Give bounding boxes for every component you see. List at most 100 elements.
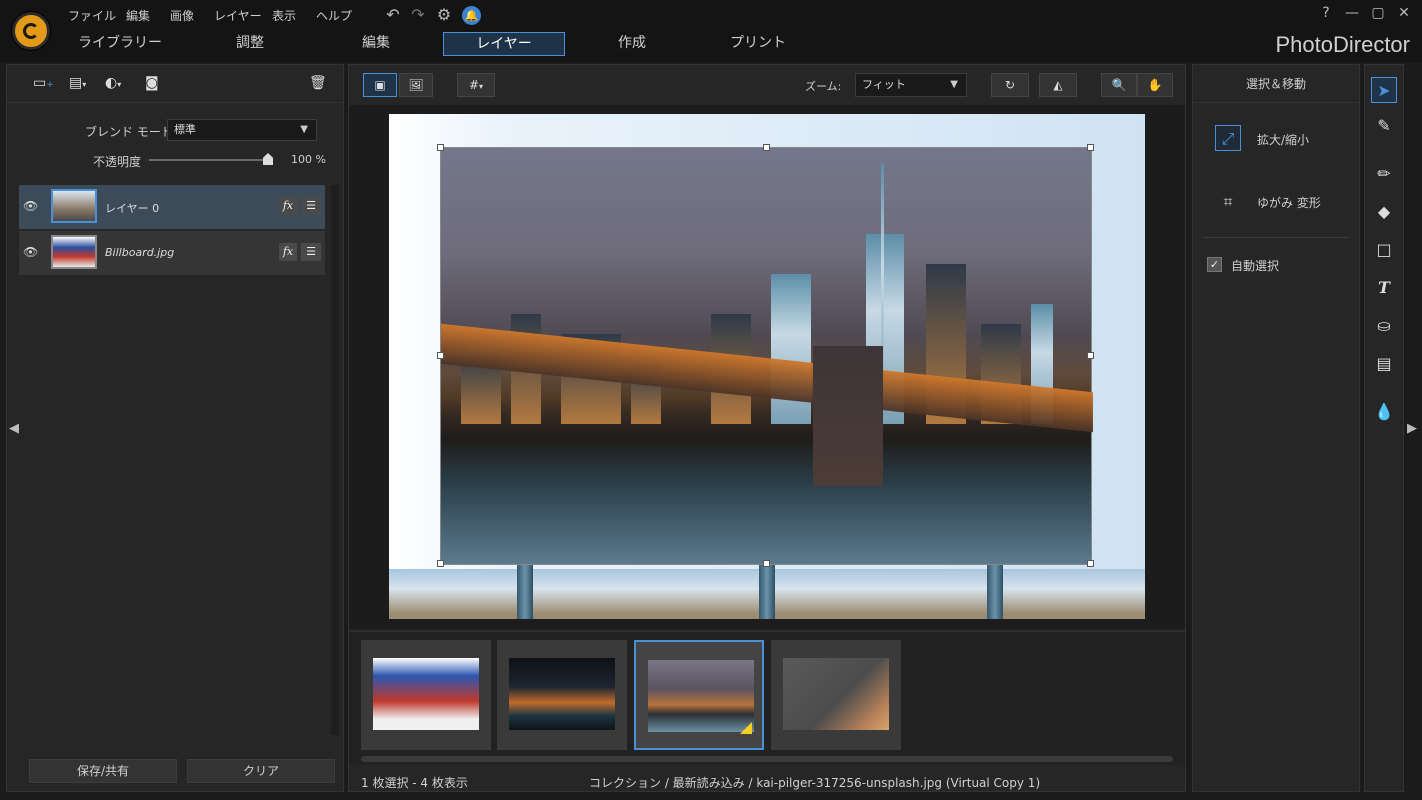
layer-thumbnail xyxy=(51,235,97,269)
undo-icon[interactable]: ↶ xyxy=(383,5,403,25)
layers-panel: ▭+ ▤▾ ◐▾ ◙ 🗑 ブレンド モード: 標準 ▼ 不透明度 100 % 👁… xyxy=(6,64,344,792)
layer-row-layer0[interactable]: 👁 レイヤー 0 fx ☰ xyxy=(19,185,325,229)
filmstrip-scrollbar[interactable] xyxy=(361,756,1173,762)
menu-edit[interactable]: 編集 xyxy=(126,7,150,24)
menu-help[interactable]: ヘルプ xyxy=(316,7,352,24)
opacity-slider-thumb[interactable] xyxy=(263,153,273,165)
layer-thumbnail xyxy=(51,189,97,223)
layer-settings-icon[interactable]: ☰ xyxy=(301,197,321,215)
resize-label[interactable]: 拡大/縮小 xyxy=(1257,131,1309,148)
chevron-down-icon: ▼ xyxy=(300,124,308,135)
app-logo-icon[interactable] xyxy=(12,12,50,50)
opacity-slider-track[interactable] xyxy=(149,159,271,161)
delete-trash-icon[interactable]: 🗑 xyxy=(309,75,331,93)
fx-icon[interactable]: fx xyxy=(279,197,297,215)
panel-title: 選択＆移動 xyxy=(1193,65,1359,103)
film-thumb[interactable] xyxy=(361,640,491,750)
minimize-icon[interactable]: — xyxy=(1342,5,1362,21)
collapse-left-icon[interactable]: ◀ xyxy=(9,421,19,436)
pointer-icon[interactable]: ➤ xyxy=(1371,77,1397,103)
notification-bell-icon[interactable]: 🔔 xyxy=(462,6,481,25)
grid-icon[interactable]: #▾ xyxy=(457,73,495,97)
tab-layers[interactable]: レイヤー xyxy=(443,32,565,56)
canvas-toolbar: ▣ 🖼 #▾ ズーム: フィット ▼ ↻ ◭ 🔍 ✋ xyxy=(349,65,1185,103)
clear-button[interactable]: クリア xyxy=(187,759,335,783)
film-thumb[interactable] xyxy=(497,640,627,750)
blend-mode-select[interactable]: 標準 ▼ xyxy=(167,119,317,141)
rectangle-icon[interactable]: □ xyxy=(1371,237,1397,263)
gradient-icon[interactable]: ▤ xyxy=(1371,351,1397,377)
distort-label[interactable]: ゆがみ 変形 xyxy=(1257,194,1321,211)
add-layer-icon[interactable]: ▭+ xyxy=(33,75,55,93)
zoom-value: フィット xyxy=(862,78,906,91)
select-move-panel: 選択＆移動 ⤢ 拡大/縮小 ⌗ ゆがみ 変形 ✓ 自動選択 xyxy=(1192,64,1360,792)
eraser-icon[interactable]: ◆ xyxy=(1371,199,1397,225)
layer-name[interactable]: レイヤー 0 xyxy=(105,200,159,216)
tab-print[interactable]: プリント xyxy=(698,32,818,56)
fill-bucket-icon[interactable]: ⛀ xyxy=(1371,313,1397,339)
collapse-right-icon[interactable]: ▶ xyxy=(1407,421,1417,436)
transform-handle[interactable] xyxy=(437,144,444,151)
drop-icon[interactable]: 💧 xyxy=(1371,399,1397,425)
rotate-icon[interactable]: ↻ xyxy=(991,73,1029,97)
pen-icon[interactable]: ✏ xyxy=(1371,161,1397,187)
compare-view-icon[interactable]: 🖼 xyxy=(399,73,433,97)
divider xyxy=(1203,237,1349,238)
film-thumb-image xyxy=(373,658,479,730)
chevron-down-icon: ▼ xyxy=(950,79,958,90)
distort-icon[interactable]: ⌗ xyxy=(1215,189,1241,215)
save-share-button[interactable]: 保存/共有 xyxy=(29,759,177,783)
transform-handle[interactable] xyxy=(437,352,444,359)
maximize-icon[interactable]: ▢ xyxy=(1368,5,1388,21)
resize-icon[interactable]: ⤢ xyxy=(1215,125,1241,151)
tab-create[interactable]: 作成 xyxy=(572,32,692,56)
menu-image[interactable]: 画像 xyxy=(170,7,194,24)
layer-settings-icon[interactable]: ☰ xyxy=(301,243,321,261)
selection-count: 1 枚選択 - 4 枚表示 xyxy=(361,776,468,790)
image-canvas[interactable] xyxy=(389,114,1145,619)
visibility-eye-icon[interactable]: 👁 xyxy=(23,199,39,213)
single-view-icon[interactable]: ▣ xyxy=(363,73,397,97)
layer-row-billboard[interactable]: 👁 Billboard.jpg fx ☰ xyxy=(19,231,325,275)
transform-handle[interactable] xyxy=(1087,560,1094,567)
layer-name[interactable]: Billboard.jpg xyxy=(105,246,174,259)
billboard-pole xyxy=(759,564,775,619)
canvas-area xyxy=(349,105,1185,629)
film-thumb-selected[interactable] xyxy=(634,640,764,750)
opacity-value: 100 % xyxy=(291,153,326,166)
menu-view[interactable]: 表示 xyxy=(272,7,296,24)
zoom-tool-icon[interactable]: 🔍 xyxy=(1101,73,1137,97)
transform-handle[interactable] xyxy=(763,560,770,567)
tab-adjust[interactable]: 調整 xyxy=(190,32,310,56)
transform-handle[interactable] xyxy=(763,144,770,151)
transform-handle[interactable] xyxy=(1087,144,1094,151)
transform-handle[interactable] xyxy=(437,560,444,567)
settings-gear-icon[interactable]: ⚙ xyxy=(434,5,454,25)
hand-tool-icon[interactable]: ✋ xyxy=(1137,73,1173,97)
film-thumb[interactable] xyxy=(771,640,901,750)
menu-file[interactable]: ファイル xyxy=(68,7,116,24)
tab-library[interactable]: ライブラリー xyxy=(60,32,180,56)
auto-select-checkbox[interactable]: ✓ xyxy=(1207,257,1222,272)
transform-handle[interactable] xyxy=(1087,352,1094,359)
flip-icon[interactable]: ◭ xyxy=(1039,73,1077,97)
close-icon[interactable]: ✕ xyxy=(1394,5,1414,21)
zoom-select[interactable]: フィット ▼ xyxy=(855,73,967,97)
layers-toolbar: ▭+ ▤▾ ◐▾ ◙ 🗑 xyxy=(7,65,343,103)
menu-layer[interactable]: レイヤー xyxy=(214,7,262,24)
visibility-eye-icon[interactable]: 👁 xyxy=(23,245,39,259)
clone-brush-icon[interactable]: ✎ xyxy=(1371,113,1397,139)
blend-mode-label: ブレンド モード: xyxy=(85,125,177,139)
layer-0-image[interactable] xyxy=(437,144,1094,567)
help-icon[interactable]: ? xyxy=(1316,5,1336,21)
tab-edit[interactable]: 編集 xyxy=(316,32,436,56)
layers-scrollbar[interactable] xyxy=(331,185,339,735)
redo-icon[interactable]: ↷ xyxy=(408,5,428,25)
text-icon[interactable]: T xyxy=(1371,275,1397,301)
layer-menu-icon[interactable]: ▤▾ xyxy=(69,75,91,93)
mask-icon[interactable]: ◙ xyxy=(145,75,167,93)
auto-select-label[interactable]: 自動選択 xyxy=(1231,257,1279,274)
adjustment-layer-icon[interactable]: ◐▾ xyxy=(105,75,127,93)
virtual-copy-badge-icon xyxy=(740,722,752,734)
fx-icon[interactable]: fx xyxy=(279,243,297,261)
